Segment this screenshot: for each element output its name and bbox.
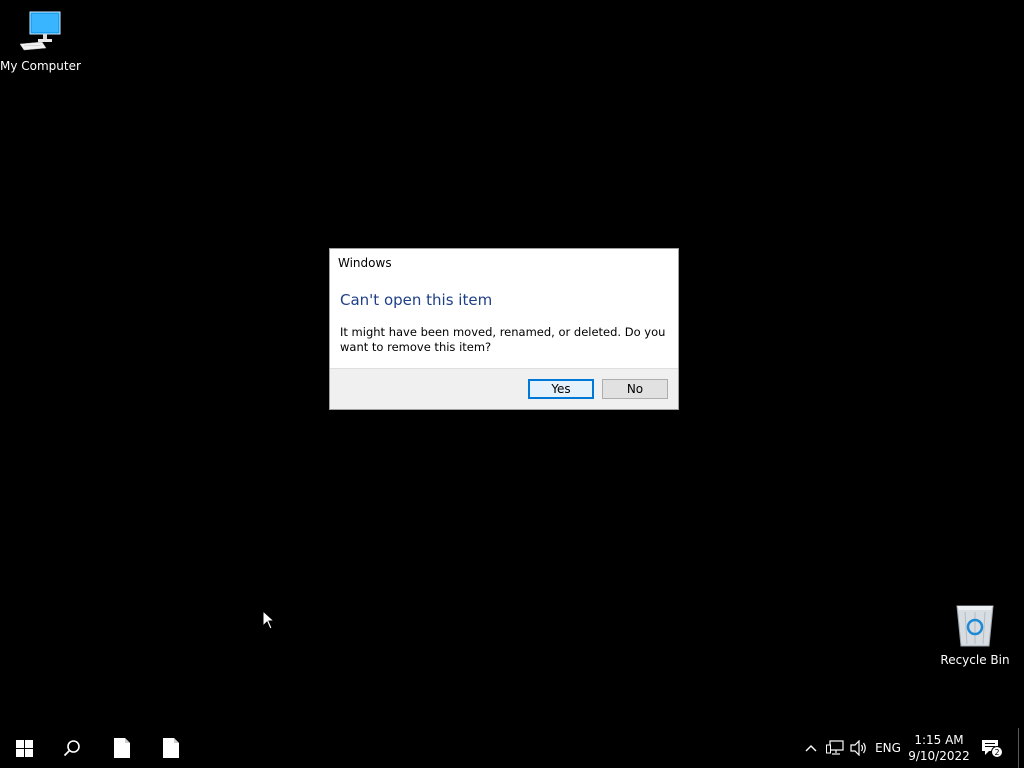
search-icon bbox=[63, 740, 80, 757]
dialog-footer: Yes No bbox=[330, 368, 678, 409]
desktop-icon-label: Recycle Bin bbox=[940, 653, 1010, 667]
taskbar: ENG 1:15 AM 9/10/2022 2 bbox=[0, 728, 1024, 768]
error-dialog: Windows Can't open this item It might ha… bbox=[329, 248, 679, 410]
start-button[interactable] bbox=[4, 728, 44, 768]
desktop: My Computer Recycle Bin Windows Can't op… bbox=[0, 0, 1024, 728]
action-center-button[interactable]: 2 bbox=[980, 728, 1004, 768]
show-hidden-icons-button[interactable] bbox=[802, 728, 820, 768]
recycle-bin-icon bbox=[956, 605, 994, 647]
volume-button[interactable] bbox=[848, 728, 870, 768]
desktop-icon-recycle-bin[interactable]: Recycle Bin bbox=[935, 602, 1015, 667]
mouse-cursor-icon bbox=[262, 610, 276, 630]
network-icon bbox=[826, 740, 844, 755]
notification-count: 2 bbox=[994, 748, 999, 757]
taskbar-file-item[interactable] bbox=[151, 728, 191, 768]
dialog-title: Windows bbox=[338, 256, 392, 270]
windows-logo-icon bbox=[15, 739, 33, 757]
notification-icon: 2 bbox=[982, 740, 1003, 758]
desktop-icon-my-computer[interactable]: My Computer bbox=[0, 8, 81, 73]
computer-icon bbox=[19, 11, 61, 51]
file-icon bbox=[163, 738, 179, 758]
no-button[interactable]: No bbox=[602, 379, 668, 399]
dialog-message: It might have been moved, renamed, or de… bbox=[340, 325, 666, 354]
show-desktop-button[interactable] bbox=[1018, 728, 1019, 768]
chevron-up-icon bbox=[805, 745, 817, 752]
speaker-icon bbox=[850, 740, 866, 756]
taskbar-file-item[interactable] bbox=[102, 728, 142, 768]
clock-time: 1:15 AM bbox=[914, 733, 964, 747]
yes-button[interactable]: Yes bbox=[528, 379, 594, 399]
search-button[interactable] bbox=[52, 728, 92, 768]
clock-button[interactable]: 1:15 AM 9/10/2022 bbox=[906, 728, 972, 768]
dialog-heading: Can't open this item bbox=[340, 291, 493, 309]
network-button[interactable] bbox=[824, 728, 846, 768]
file-icon bbox=[114, 738, 130, 758]
desktop-icon-label: My Computer bbox=[0, 59, 81, 73]
clock-date: 9/10/2022 bbox=[908, 749, 970, 763]
input-language-button[interactable]: ENG bbox=[874, 728, 902, 768]
